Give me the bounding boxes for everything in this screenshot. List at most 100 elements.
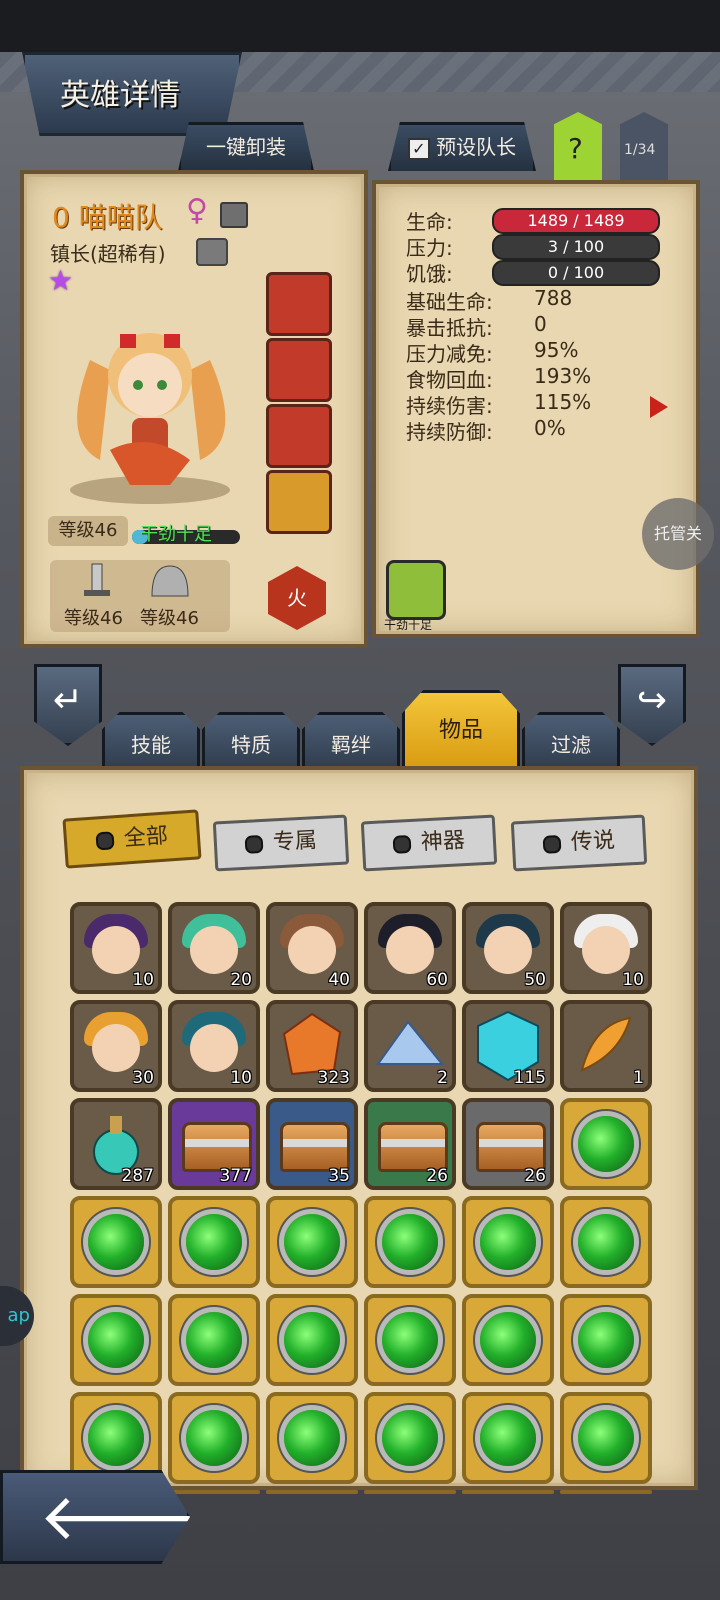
inventory-item[interactable] <box>70 1294 162 1386</box>
inventory-item[interactable] <box>462 1392 554 1484</box>
inventory-item[interactable]: 115 <box>462 1000 554 1092</box>
tab-filter[interactable]: 过滤 <box>522 712 620 774</box>
trait-name: 干劲十足 <box>140 524 212 545</box>
hp-bar: 1489 / 1489 <box>492 208 660 234</box>
stress-label: 压力: <box>406 236 453 260</box>
stat-label: 持续伤害: <box>406 394 493 418</box>
hero-face <box>582 926 630 974</box>
inventory-item[interactable]: 10 <box>168 1000 260 1092</box>
tab-items[interactable]: 物品 <box>402 690 520 774</box>
help-button[interactable]: ? <box>554 112 602 180</box>
tab-traits[interactable]: 特质 <box>202 712 300 774</box>
green-gem-icon <box>284 1214 340 1270</box>
unequip-all-button[interactable]: 一键卸装 <box>178 122 314 171</box>
item-count: 50 <box>524 970 546 990</box>
inventory-item[interactable] <box>70 1196 162 1288</box>
hp-label: 生命: <box>406 210 453 234</box>
hero-portrait <box>70 333 230 504</box>
filter-artifact[interactable]: 神器 <box>360 814 498 872</box>
hero-face <box>386 926 434 974</box>
hero-level: 等级46 <box>48 516 128 546</box>
green-gem-icon <box>578 1312 634 1368</box>
swap-class-icon[interactable] <box>196 238 228 266</box>
filter-all[interactable]: 全部 <box>62 809 202 869</box>
green-gem-icon <box>186 1410 242 1466</box>
star-icon: ★ <box>48 264 74 297</box>
hero-class: 镇长(超稀有) <box>50 242 166 266</box>
inventory-item[interactable]: 26 <box>462 1098 554 1190</box>
green-gem-icon <box>186 1312 242 1368</box>
green-gem-icon <box>578 1116 634 1172</box>
filter-legendary[interactable]: 传说 <box>510 814 648 872</box>
inventory-item[interactable] <box>266 1490 358 1494</box>
inventory-item[interactable] <box>560 1196 652 1288</box>
green-gem-icon <box>88 1312 144 1368</box>
next-page-arrow-icon[interactable] <box>650 396 668 418</box>
inventory-item[interactable] <box>560 1392 652 1484</box>
green-gem-icon <box>186 1214 242 1270</box>
inventory-item[interactable]: 1 <box>560 1000 652 1092</box>
stat-value: 115% <box>534 390 592 414</box>
inventory-item[interactable] <box>168 1490 260 1494</box>
inventory-item[interactable]: 10 <box>70 902 162 994</box>
equip-slot-amulet[interactable] <box>266 404 332 468</box>
stress-bar: 3 / 100 <box>492 234 660 260</box>
hero-name[interactable]: 0 喵喵队 <box>52 196 163 236</box>
preset-captain-button[interactable]: ✓ 预设队长 <box>388 122 536 171</box>
inventory-item[interactable]: 40 <box>266 902 358 994</box>
inventory-item[interactable] <box>560 1490 652 1494</box>
equip-slot-blade[interactable] <box>266 338 332 402</box>
green-gem-icon <box>578 1214 634 1270</box>
stat-value: 193% <box>534 364 592 388</box>
inventory-item[interactable]: 287 <box>70 1098 162 1190</box>
hero-face <box>92 926 140 974</box>
edit-name-icon[interactable] <box>220 202 248 228</box>
stat-label: 持续防御: <box>406 420 493 444</box>
inventory-item[interactable]: 30 <box>70 1000 162 1092</box>
inventory-item[interactable] <box>168 1196 260 1288</box>
inventory-item[interactable] <box>462 1196 554 1288</box>
equip-slot-bag[interactable] <box>266 470 332 534</box>
inventory-item[interactable] <box>168 1294 260 1386</box>
stat-label: 基础生命: <box>406 290 493 314</box>
inventory-item[interactable] <box>462 1294 554 1386</box>
inventory-item[interactable]: 26 <box>364 1098 456 1190</box>
inventory-item[interactable]: 377 <box>168 1098 260 1190</box>
inventory-item[interactable]: 10 <box>560 902 652 994</box>
inventory-item[interactable] <box>364 1392 456 1484</box>
inventory-item[interactable] <box>266 1196 358 1288</box>
green-gem-icon <box>284 1312 340 1368</box>
trait-icon[interactable] <box>386 560 446 620</box>
inventory-item[interactable] <box>266 1392 358 1484</box>
sword-icon <box>84 563 110 596</box>
inventory-item[interactable] <box>168 1392 260 1484</box>
inventory-item[interactable] <box>364 1196 456 1288</box>
inventory-item[interactable]: 323 <box>266 1000 358 1092</box>
auto-toggle-button[interactable]: 托管关 <box>642 498 714 570</box>
inventory-item[interactable]: 50 <box>462 902 554 994</box>
inventory-item[interactable] <box>266 1294 358 1386</box>
item-count: 1 <box>633 1068 644 1088</box>
stat-value: 95% <box>534 338 579 362</box>
inventory-item[interactable]: 60 <box>364 902 456 994</box>
inventory-item[interactable]: 20 <box>168 902 260 994</box>
tab-skills[interactable]: 技能 <box>102 712 200 774</box>
help-icon: ? <box>568 132 583 165</box>
inventory-item[interactable] <box>560 1294 652 1386</box>
inventory-item[interactable] <box>462 1490 554 1494</box>
inventory-item[interactable]: 2 <box>364 1000 456 1092</box>
filter-exclusive[interactable]: 专属 <box>212 814 350 872</box>
checkbox-icon: ✓ <box>407 137 430 160</box>
inventory-item[interactable] <box>364 1490 456 1494</box>
back-button[interactable]: 🡐 <box>0 1470 190 1564</box>
item-count: 115 <box>513 1068 546 1088</box>
inventory-item[interactable] <box>560 1098 652 1190</box>
green-gem-icon <box>88 1214 144 1270</box>
item-count: 287 <box>121 1166 154 1186</box>
green-gem-icon <box>578 1410 634 1466</box>
inventory-item[interactable] <box>364 1294 456 1386</box>
tab-bonds[interactable]: 羁绊 <box>302 712 400 774</box>
inventory-item[interactable]: 35 <box>266 1098 358 1190</box>
equip-slot-weapon[interactable] <box>266 272 332 336</box>
hero-face <box>190 1024 238 1072</box>
